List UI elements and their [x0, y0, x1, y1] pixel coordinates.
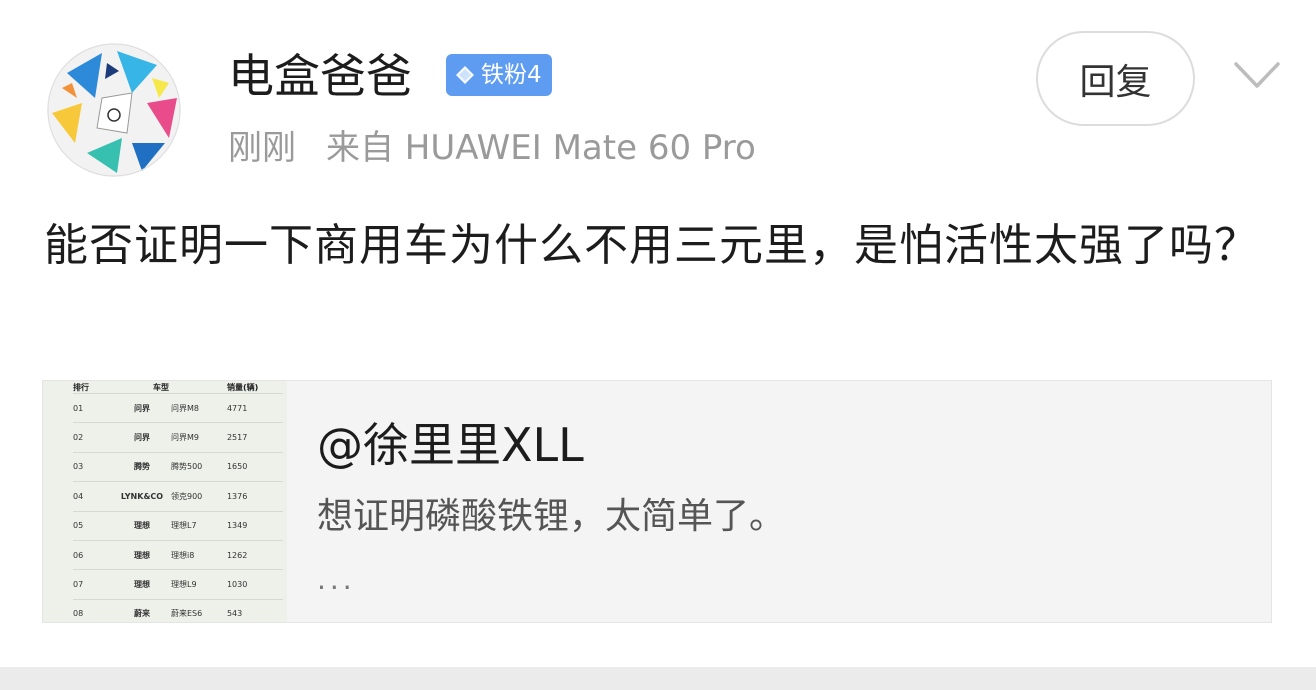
- brand-logo: LYNK&CO: [113, 481, 171, 512]
- table-row: 01 问界 问界M8 4771: [73, 392, 283, 423]
- post-time: 刚刚: [228, 128, 296, 168]
- post-meta: 刚刚 来自 HUAWEI Mate 60 Pro: [228, 128, 756, 168]
- row-sales: 1376: [226, 481, 283, 512]
- row-sales: 1349: [226, 510, 283, 541]
- row-sales: 2517: [226, 422, 283, 453]
- row-sales: 1650: [226, 451, 283, 482]
- row-model: 理想i8: [171, 539, 227, 570]
- row-sales: 1030: [226, 569, 283, 600]
- row-rank: 06: [73, 539, 113, 570]
- username[interactable]: 电盒爸爸: [228, 50, 412, 102]
- avatar[interactable]: [47, 43, 181, 177]
- row-model: 蔚来ES6: [171, 598, 227, 622]
- row-rank: 01: [73, 392, 113, 423]
- table-header-rank: 排行: [73, 382, 89, 392]
- row-model: 问界M9: [171, 422, 227, 453]
- row-rank: 03: [73, 451, 113, 482]
- table-row: 06 理想 理想i8 1262: [73, 539, 283, 570]
- brand-logo: 问界: [113, 392, 171, 423]
- table-header-model: 车型: [153, 382, 169, 392]
- fan-badge-label: 铁粉4: [481, 62, 542, 88]
- row-sales: 4771: [226, 392, 283, 423]
- chevron-down-icon[interactable]: [1232, 58, 1282, 92]
- sales-ranking-table: 排行 车型 销量(辆) 01 问界 问界M8 4771 02 问界 问界M9 2…: [73, 381, 283, 622]
- row-rank: 08: [73, 598, 113, 622]
- row-model: 腾势500: [171, 451, 227, 482]
- table-header-sales: 销量(辆): [226, 382, 259, 392]
- table-row: 03 腾势 腾势500 1650: [73, 451, 283, 482]
- row-model: 领克900: [171, 481, 227, 512]
- row-rank: 04: [73, 481, 113, 512]
- table-row: 08 蔚来 蔚来ES6 543: [73, 598, 283, 622]
- post-source: 来自 HUAWEI Mate 60 Pro: [326, 128, 756, 168]
- row-rank: 02: [73, 422, 113, 453]
- fan-badge[interactable]: 铁粉4: [446, 54, 552, 96]
- soccer-ball-avatar-image: [47, 43, 181, 177]
- brand-logo: 理想: [113, 510, 171, 541]
- brand-logo: 蔚来: [113, 598, 171, 622]
- reply-button[interactable]: 回复: [1036, 31, 1195, 126]
- post-content: 能否证明一下商用车为什么不用三元里，是怕活性太强了吗？: [44, 220, 1259, 271]
- table-row: 05 理想 理想L7 1349: [73, 510, 283, 541]
- brand-logo: 理想: [113, 539, 171, 570]
- brand-logo: 问界: [113, 422, 171, 453]
- table-row: 02 问界 问界M9 2517: [73, 422, 283, 453]
- quoted-text: 想证明磷酸铁锂，太简单了。: [317, 496, 786, 537]
- quoted-post-card[interactable]: 排行 车型 销量(辆) 01 问界 问界M8 4771 02 问界 问界M9 2…: [42, 380, 1272, 623]
- row-rank: 05: [73, 510, 113, 541]
- quoted-author[interactable]: @徐里里XLL: [317, 417, 584, 473]
- row-sales: 543: [226, 598, 283, 622]
- table-row: 07 理想 理想L9 1030: [73, 569, 283, 600]
- table-row: 04 LYNK&CO 领克900 1376: [73, 481, 283, 512]
- brand-logo: 理想: [113, 569, 171, 600]
- diamond-icon: [456, 66, 474, 84]
- brand-logo: 腾势: [113, 451, 171, 482]
- row-rank: 07: [73, 569, 113, 600]
- row-model: 理想L7: [171, 510, 227, 541]
- row-sales: 1262: [226, 539, 283, 570]
- quoted-ellipsis: ...: [317, 563, 356, 596]
- quoted-post-thumbnail[interactable]: 排行 车型 销量(辆) 01 问界 问界M8 4771 02 问界 问界M9 2…: [43, 381, 287, 622]
- bottom-divider: [0, 667, 1316, 690]
- row-model: 理想L9: [171, 569, 227, 600]
- row-model: 问界M8: [171, 392, 227, 423]
